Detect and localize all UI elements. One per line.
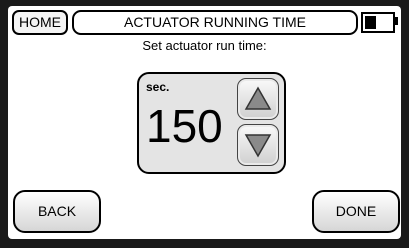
home-button[interactable]: HOME xyxy=(12,10,68,35)
increment-button[interactable] xyxy=(237,78,279,120)
prompt-text: Set actuator run time: xyxy=(142,38,267,53)
page-title: ACTUATOR RUNNING TIME xyxy=(72,10,358,35)
decrement-button[interactable] xyxy=(237,124,279,166)
battery-level-fill xyxy=(365,16,376,29)
runtime-value: 150 xyxy=(146,100,223,152)
unit-label: sec. xyxy=(146,80,170,94)
done-button[interactable]: DONE xyxy=(312,190,400,233)
triangle-up-icon xyxy=(244,86,272,110)
back-button[interactable]: BACK xyxy=(13,190,101,233)
triangle-down-icon xyxy=(244,134,272,158)
battery-terminal xyxy=(394,17,398,25)
battery-icon xyxy=(361,12,395,33)
device-screen: HOME ACTUATOR RUNNING TIME Set actuator … xyxy=(0,0,409,248)
